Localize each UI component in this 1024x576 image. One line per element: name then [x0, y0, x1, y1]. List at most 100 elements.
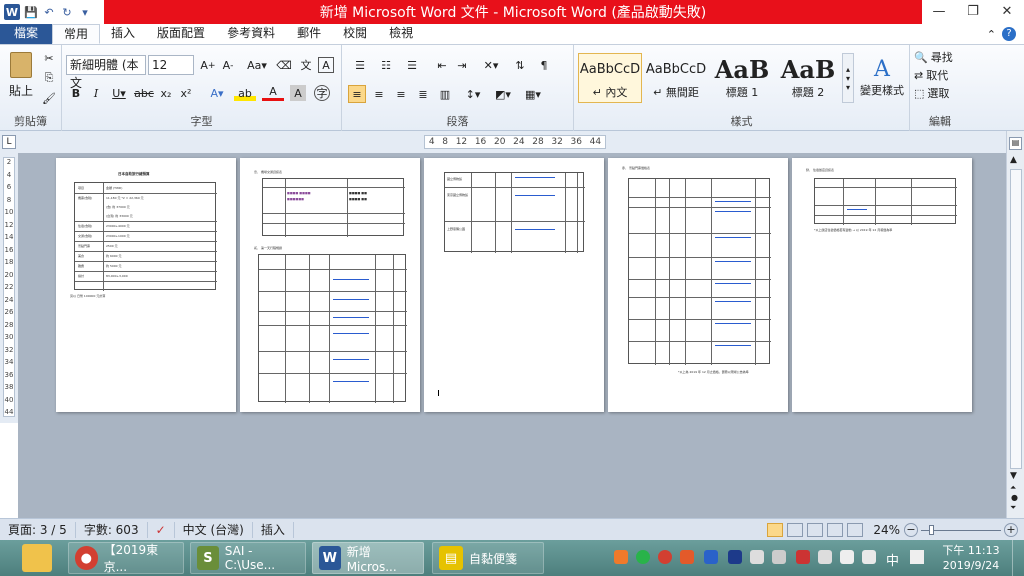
usb-icon[interactable]: [750, 550, 764, 564]
tab-home[interactable]: 常用: [52, 24, 101, 44]
char-shading-icon[interactable]: A: [290, 85, 306, 101]
shading-icon[interactable]: ◩▾: [492, 85, 514, 103]
increase-indent-icon[interactable]: ⇥: [454, 57, 470, 73]
insert-mode[interactable]: 插入: [253, 521, 294, 538]
word-app-icon[interactable]: W: [4, 4, 20, 20]
document-area[interactable]: 日本自助旅行總預算 項目 金額 (TWD) 機票(含稅) 11,180 元 *2…: [18, 153, 1006, 518]
redo-icon[interactable]: ↻: [60, 5, 74, 19]
page-indicator[interactable]: 頁面: 3 / 5: [0, 521, 76, 538]
outline-icon[interactable]: [827, 522, 844, 537]
zoom-thumb[interactable]: [929, 524, 934, 535]
word-count[interactable]: 字數: 603: [76, 521, 148, 538]
borders-icon[interactable]: ▦▾: [522, 85, 544, 103]
tray-app-icon[interactable]: [704, 550, 718, 564]
restore-icon[interactable]: ❐: [956, 0, 990, 22]
line-icon[interactable]: [636, 550, 650, 564]
page-1[interactable]: 日本自助旅行總預算 項目 金額 (TWD) 機票(含稅) 11,180 元 *2…: [56, 158, 236, 412]
align-left-icon[interactable]: ≡: [348, 85, 366, 103]
find-button[interactable]: 🔍 尋找: [914, 49, 970, 65]
tab-page-layout[interactable]: 版面配置: [146, 24, 216, 44]
decrease-indent-icon[interactable]: ⇤: [434, 57, 450, 73]
web-layout-icon[interactable]: [807, 522, 824, 537]
scroll-down-icon[interactable]: ▼: [1010, 471, 1017, 481]
taskbar-item[interactable]: S SAI - C:\Use...: [190, 542, 306, 574]
font-size-combo[interactable]: 12: [148, 55, 194, 75]
save-icon[interactable]: 💾: [24, 5, 38, 19]
printer-icon[interactable]: [772, 550, 786, 564]
next-page-icon[interactable]: ⏷: [1010, 503, 1016, 513]
italic-icon[interactable]: I: [88, 85, 104, 101]
tab-file[interactable]: 檔案: [0, 24, 53, 44]
shrink-font-icon[interactable]: A-: [220, 57, 236, 73]
bluetooth-icon[interactable]: [728, 550, 742, 564]
bold-icon[interactable]: B: [68, 85, 84, 101]
scroll-thumb[interactable]: [1010, 169, 1022, 469]
tab-review[interactable]: 校閱: [332, 24, 378, 44]
draft-icon[interactable]: [847, 522, 864, 537]
network-icon[interactable]: [840, 550, 854, 564]
justify-icon[interactable]: ≣: [414, 85, 432, 103]
subscript-icon[interactable]: x₂: [158, 85, 174, 101]
vertical-scrollbar[interactable]: ▤ ▲ ▼ ⏶ ● ⏷: [1006, 131, 1024, 518]
ruler-toggle-icon[interactable]: ▤: [1009, 137, 1022, 150]
highlight-icon[interactable]: ab: [234, 85, 256, 101]
keyboard-icon[interactable]: [910, 550, 924, 564]
volume-icon[interactable]: [862, 550, 876, 564]
change-styles-button[interactable]: A 變更樣式: [858, 51, 906, 103]
zoom-level[interactable]: 24%: [869, 523, 904, 537]
style-heading-2[interactable]: AaB 標題 2: [776, 53, 840, 103]
clock[interactable]: 下午 11:13 2019/9/24: [940, 543, 1002, 573]
style-no-spacing[interactable]: AaBbCcD ↵ 無間距: [644, 53, 708, 103]
print-layout-icon[interactable]: [767, 522, 784, 537]
page-4[interactable]: 參、 景點門票價格表 *以上為 2019 年 12 月之價格，實際以現場公告為準: [608, 158, 788, 412]
vertical-ruler[interactable]: 2 4 6 8 10 12 14 16 18 20 22 24 26 28 30 32 34 36 38 40 44: [0, 153, 18, 423]
char-border-icon[interactable]: A: [318, 57, 334, 73]
tab-mailings[interactable]: 郵件: [286, 24, 332, 44]
tab-selector-icon[interactable]: L: [2, 135, 16, 149]
format-painter-icon[interactable]: 🖌: [42, 91, 56, 105]
ime-indicator[interactable]: 中: [886, 550, 899, 569]
customize-icon[interactable]: ▾: [78, 5, 92, 19]
taskbar-item[interactable]: ● 【2019東京...: [68, 542, 184, 574]
tab-view[interactable]: 檢視: [378, 24, 424, 44]
text-direction-icon[interactable]: ✕▾: [480, 57, 502, 73]
strikethrough-icon[interactable]: abc: [134, 85, 154, 101]
zoom-slider[interactable]: [921, 523, 1001, 537]
enclose-char-icon[interactable]: 字: [314, 85, 330, 101]
taskbar-item[interactable]: ▤ 自黏便箋: [432, 542, 544, 574]
language-indicator[interactable]: 中文 (台灣): [175, 521, 253, 538]
action-center-icon[interactable]: [818, 550, 832, 564]
file-explorer-icon[interactable]: [22, 544, 52, 572]
styles-scroll[interactable]: ▴ ▾ ▾: [842, 53, 854, 103]
superscript-icon[interactable]: x²: [178, 85, 194, 101]
cut-icon[interactable]: ✂: [42, 51, 56, 65]
tray-app-icon[interactable]: [614, 550, 628, 564]
tray-app-icon[interactable]: [680, 550, 694, 564]
page-2[interactable]: 壹、 機場交通資訊表 ■■■■ ■■■■ ■■■■■■ ■■■■ ■■ ■■■■…: [240, 158, 420, 412]
help-icon[interactable]: ?: [1002, 27, 1016, 41]
chrome-tray-icon[interactable]: [658, 550, 672, 564]
tab-insert[interactable]: 插入: [100, 24, 146, 44]
minimize-icon[interactable]: —: [922, 0, 956, 22]
select-button[interactable]: ⬚ 選取: [914, 85, 970, 101]
underline-icon[interactable]: U▾: [108, 85, 130, 101]
scroll-up-icon[interactable]: ▲: [1010, 155, 1017, 165]
line-spacing-icon[interactable]: ↕▾: [462, 85, 484, 103]
close-icon[interactable]: ✕: [990, 0, 1024, 22]
show-marks-icon[interactable]: ¶: [536, 57, 552, 73]
zoom-out-icon[interactable]: −: [904, 522, 918, 537]
horizontal-ruler[interactable]: L 4 8 12 16 20 24 28 32 36 44: [0, 131, 1024, 153]
minimize-ribbon-icon[interactable]: ⌃: [987, 28, 996, 41]
tab-references[interactable]: 參考資料: [216, 24, 286, 44]
full-screen-icon[interactable]: [787, 522, 804, 537]
phonetic-guide-icon[interactable]: 文: [298, 57, 314, 73]
align-right-icon[interactable]: ≡: [392, 85, 410, 103]
change-case-icon[interactable]: Aa▾: [246, 57, 268, 73]
browse-object-icon[interactable]: ●: [1011, 493, 1018, 502]
zoom-in-icon[interactable]: +: [1004, 522, 1018, 537]
copy-icon[interactable]: ⎘: [42, 71, 56, 85]
replace-button[interactable]: ⇄ 取代: [914, 67, 970, 83]
font-name-combo[interactable]: 新細明體 (本文: [66, 55, 146, 90]
prev-page-icon[interactable]: ⏶: [1010, 483, 1016, 493]
page-5[interactable]: 肆、 住宿飯店資訊表 *以上飯店住宿價格若有變動 → 以 2019 年 12 月…: [792, 158, 972, 412]
